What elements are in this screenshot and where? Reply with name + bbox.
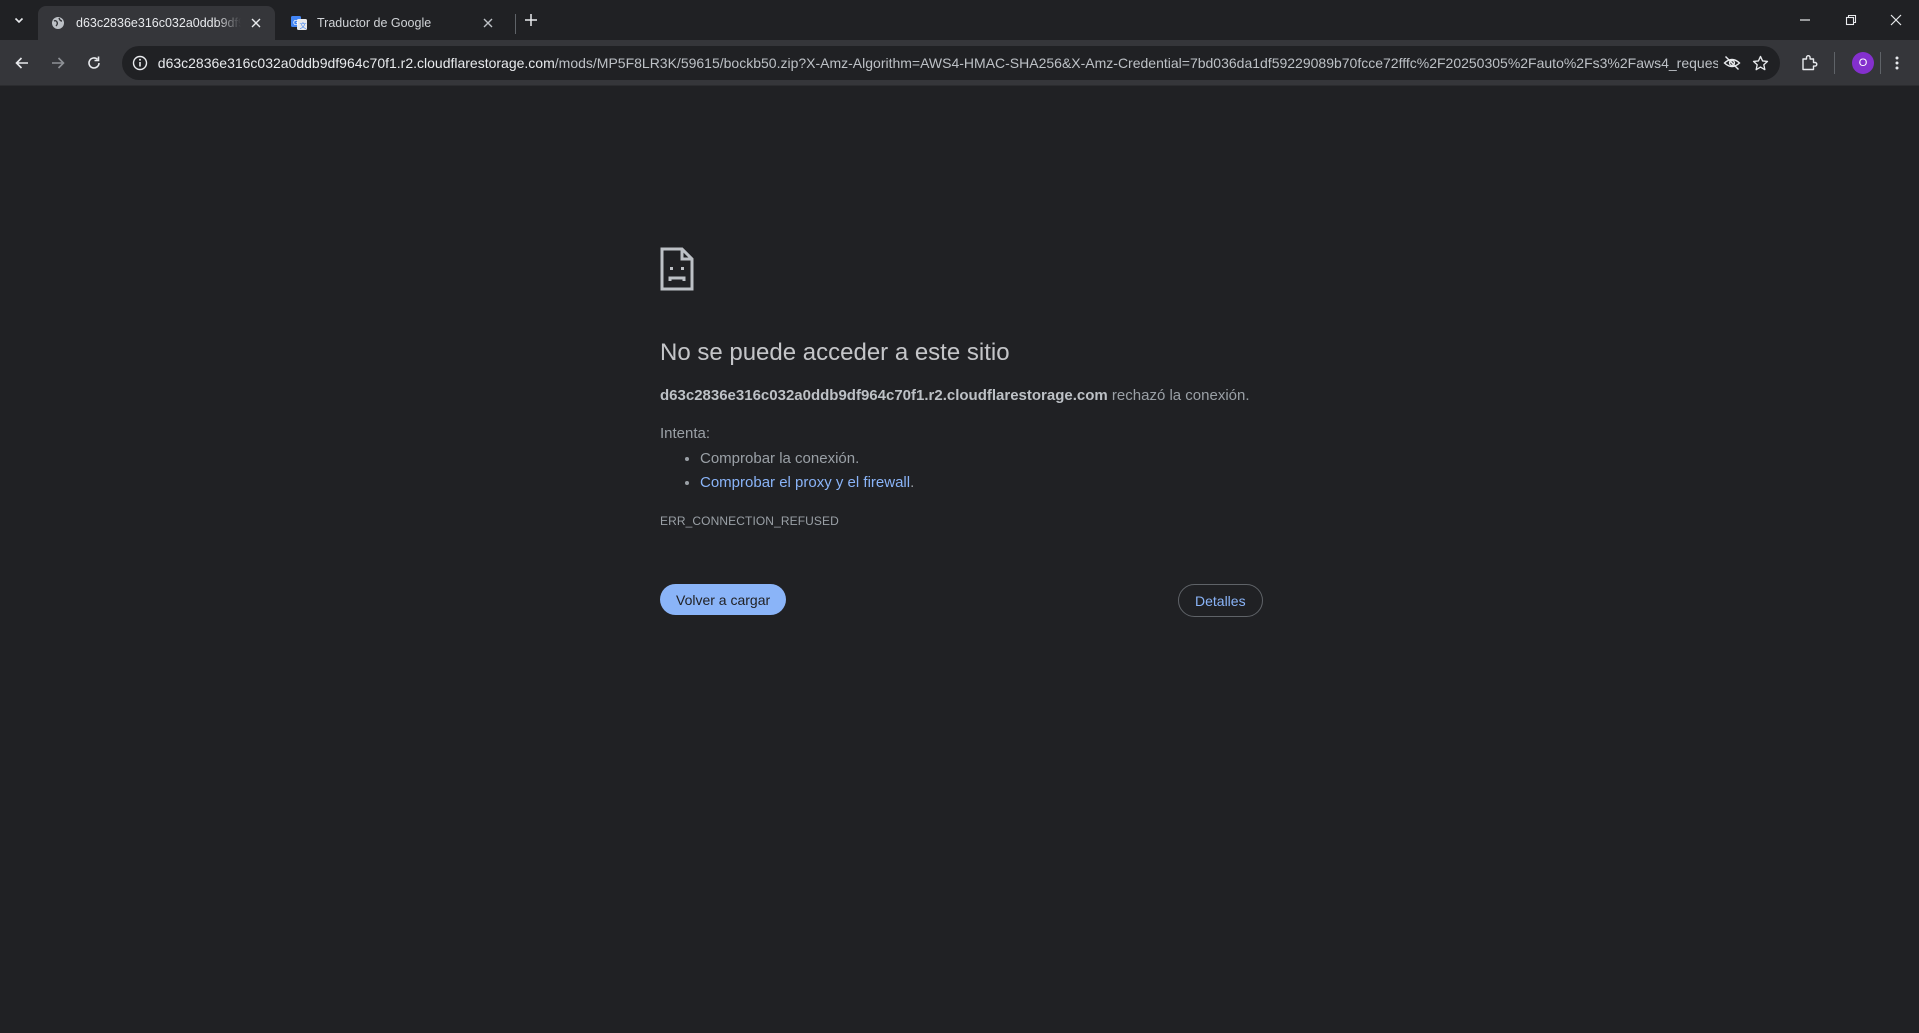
- sad-document-icon: [660, 247, 694, 291]
- check-proxy-link[interactable]: Comprobar el proxy y el firewall: [700, 474, 910, 491]
- tab-strip: d63c2836e316c032a0ddb9df964c70f1.r2.clou…: [0, 0, 1919, 40]
- close-tab-icon[interactable]: [247, 14, 265, 32]
- new-tab-button[interactable]: [519, 8, 543, 32]
- error-title: No se puede acceder a este sitio: [660, 339, 1010, 366]
- svg-text:G: G: [293, 19, 298, 27]
- forward-button[interactable]: [44, 49, 72, 77]
- arrow-right-icon: [52, 57, 65, 69]
- error-host: d63c2836e316c032a0ddb9df964c70f1.r2.clou…: [660, 387, 1108, 404]
- restore-button[interactable]: [1828, 0, 1874, 40]
- extensions-button[interactable]: [1795, 49, 1823, 77]
- tab-translate[interactable]: G文 Traductor de Google: [279, 6, 507, 40]
- profile-avatar[interactable]: O: [1852, 52, 1874, 74]
- tracking-protection-icon[interactable]: [1718, 49, 1746, 77]
- minimize-button[interactable]: [1782, 0, 1828, 40]
- globe-icon: [50, 15, 66, 31]
- suggestion-check-connection: Comprobar la conexión.: [700, 447, 914, 471]
- error-description: d63c2836e316c032a0ddb9df964c70f1.r2.clou…: [660, 387, 1250, 404]
- toolbar-divider: [1834, 52, 1835, 74]
- minimize-icon: [1800, 19, 1810, 21]
- tab-divider: [515, 14, 516, 34]
- suggestion-suffix: .: [910, 474, 915, 491]
- tab-search-button[interactable]: [6, 8, 32, 32]
- close-tab-icon[interactable]: [479, 14, 497, 32]
- url-host: d63c2836e316c032a0ddb9df964c70f1.r2.clou…: [157, 55, 555, 71]
- details-button[interactable]: Detalles: [1178, 584, 1263, 617]
- reload-button[interactable]: [80, 49, 108, 77]
- suggestions-heading: Intenta:: [660, 425, 711, 442]
- plus-icon: [525, 14, 537, 26]
- reload-page-button[interactable]: Volver a cargar: [660, 584, 787, 615]
- puzzle-icon: [1802, 55, 1818, 71]
- menu-button[interactable]: [1883, 49, 1911, 77]
- arrow-left-icon: [15, 57, 28, 69]
- google-translate-icon: G文: [291, 15, 307, 31]
- error-code: ERR_CONNECTION_REFUSED: [660, 514, 839, 528]
- error-message: rechazó la conexión.: [1107, 387, 1250, 404]
- back-button[interactable]: [8, 49, 36, 77]
- tab-title: Traductor de Google: [317, 16, 432, 30]
- bookmark-star-icon[interactable]: [1746, 49, 1774, 77]
- toolbar-divider: [1880, 52, 1881, 74]
- close-window-button[interactable]: [1873, 0, 1919, 40]
- tab-title: d63c2836e316c032a0ddb9df964c70f1.r2.clou…: [76, 16, 241, 30]
- page-content: No se puede acceder a este sitio d63c283…: [0, 87, 1919, 1033]
- more-vert-icon: [1895, 56, 1899, 70]
- suggestions-list: Comprobar la conexión. Comprobar el prox…: [660, 447, 914, 495]
- refresh-icon: [88, 56, 100, 69]
- suggestion-check-proxy: Comprobar el proxy y el firewall.: [700, 471, 914, 495]
- url-path: /mods/MP5F8LR3K/59615/bockb50.zip?X-Amz-…: [554, 55, 1718, 71]
- chevron-down-icon: [14, 17, 24, 24]
- restore-icon: [1845, 14, 1857, 26]
- site-info-icon[interactable]: [130, 53, 150, 73]
- browser-toolbar: d63c2836e316c032a0ddb9df964c70f1.r2.clou…: [0, 40, 1919, 86]
- address-bar[interactable]: d63c2836e316c032a0ddb9df964c70f1.r2.clou…: [122, 46, 1780, 80]
- svg-text:文: 文: [300, 21, 307, 30]
- url-text[interactable]: d63c2836e316c032a0ddb9df964c70f1.r2.clou…: [158, 55, 1718, 71]
- close-icon: [1890, 14, 1902, 26]
- tab-active[interactable]: d63c2836e316c032a0ddb9df964c70f1.r2.clou…: [38, 6, 275, 40]
